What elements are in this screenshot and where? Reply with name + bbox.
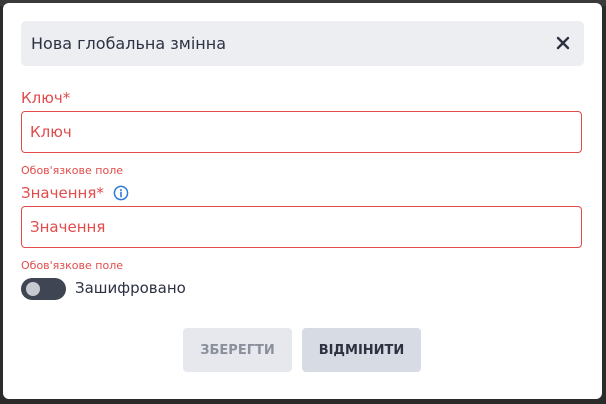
- key-error-text: Обов'язкове поле: [21, 164, 123, 177]
- close-icon: [556, 36, 570, 50]
- save-button[interactable]: ЗБЕРЕГТИ: [183, 328, 292, 372]
- dialog-header: Нова глобальна змінна: [21, 21, 584, 66]
- value-error-text: Обов'язкове поле: [21, 259, 123, 272]
- key-field-label: Ключ*: [21, 89, 71, 107]
- encrypted-toggle[interactable]: [21, 278, 66, 300]
- new-global-variable-dialog: Нова глобальна змінна Ключ* Обов'язкове …: [3, 3, 602, 399]
- close-button[interactable]: [552, 32, 574, 54]
- cancel-button[interactable]: ВІДМІНИТИ: [302, 328, 421, 372]
- value-input[interactable]: [21, 206, 582, 248]
- value-field-label: Значення*: [21, 184, 104, 202]
- toggle-knob: [26, 282, 40, 296]
- encrypted-toggle-label: Зашифровано: [75, 279, 186, 297]
- info-icon[interactable]: [113, 185, 129, 201]
- key-input[interactable]: [21, 111, 582, 153]
- dialog-title: Нова глобальна змінна: [31, 34, 226, 53]
